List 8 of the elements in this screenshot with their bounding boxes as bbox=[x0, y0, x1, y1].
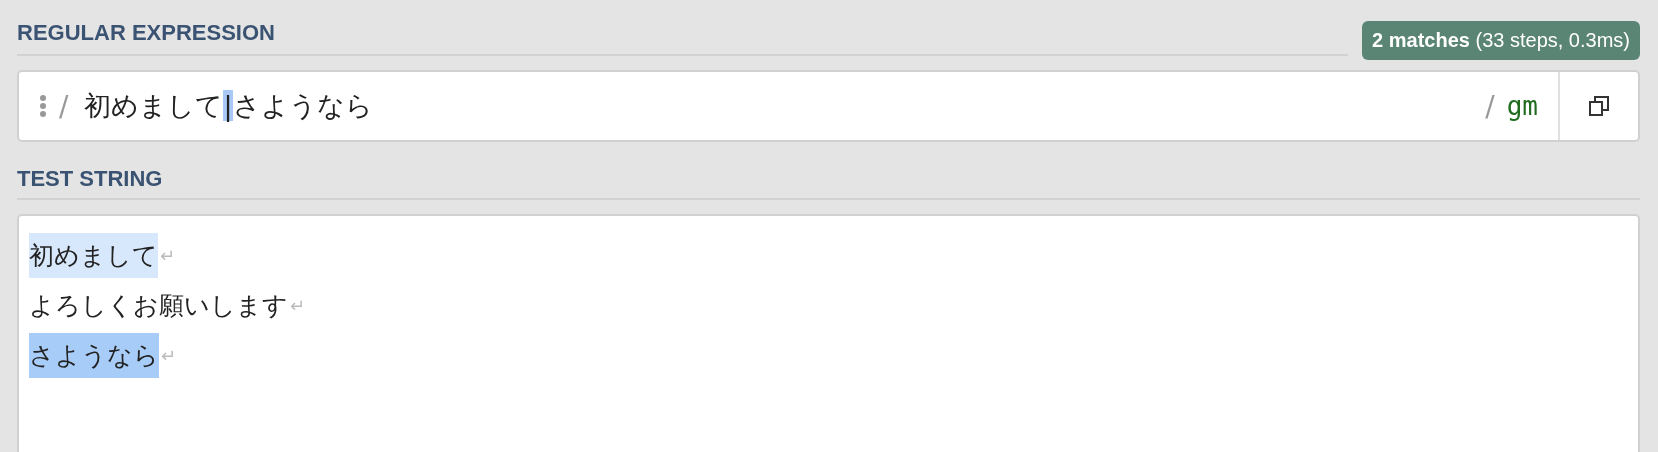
section-heading: TEST STRING bbox=[17, 166, 1640, 200]
section-heading: REGULAR EXPRESSION bbox=[17, 20, 1349, 56]
line-break-mark: ↵ bbox=[160, 244, 176, 266]
test-string-field[interactable]: 初めまして↵ よろしくお願いします↵ さようなら↵ bbox=[17, 214, 1640, 452]
match-count-badge: 2 matches (33 steps, 0.3ms) bbox=[1362, 21, 1640, 60]
line-break-mark: ↵ bbox=[290, 294, 306, 316]
line-break-mark: ↵ bbox=[161, 344, 177, 366]
test-line: よろしくお願いします bbox=[29, 289, 288, 322]
